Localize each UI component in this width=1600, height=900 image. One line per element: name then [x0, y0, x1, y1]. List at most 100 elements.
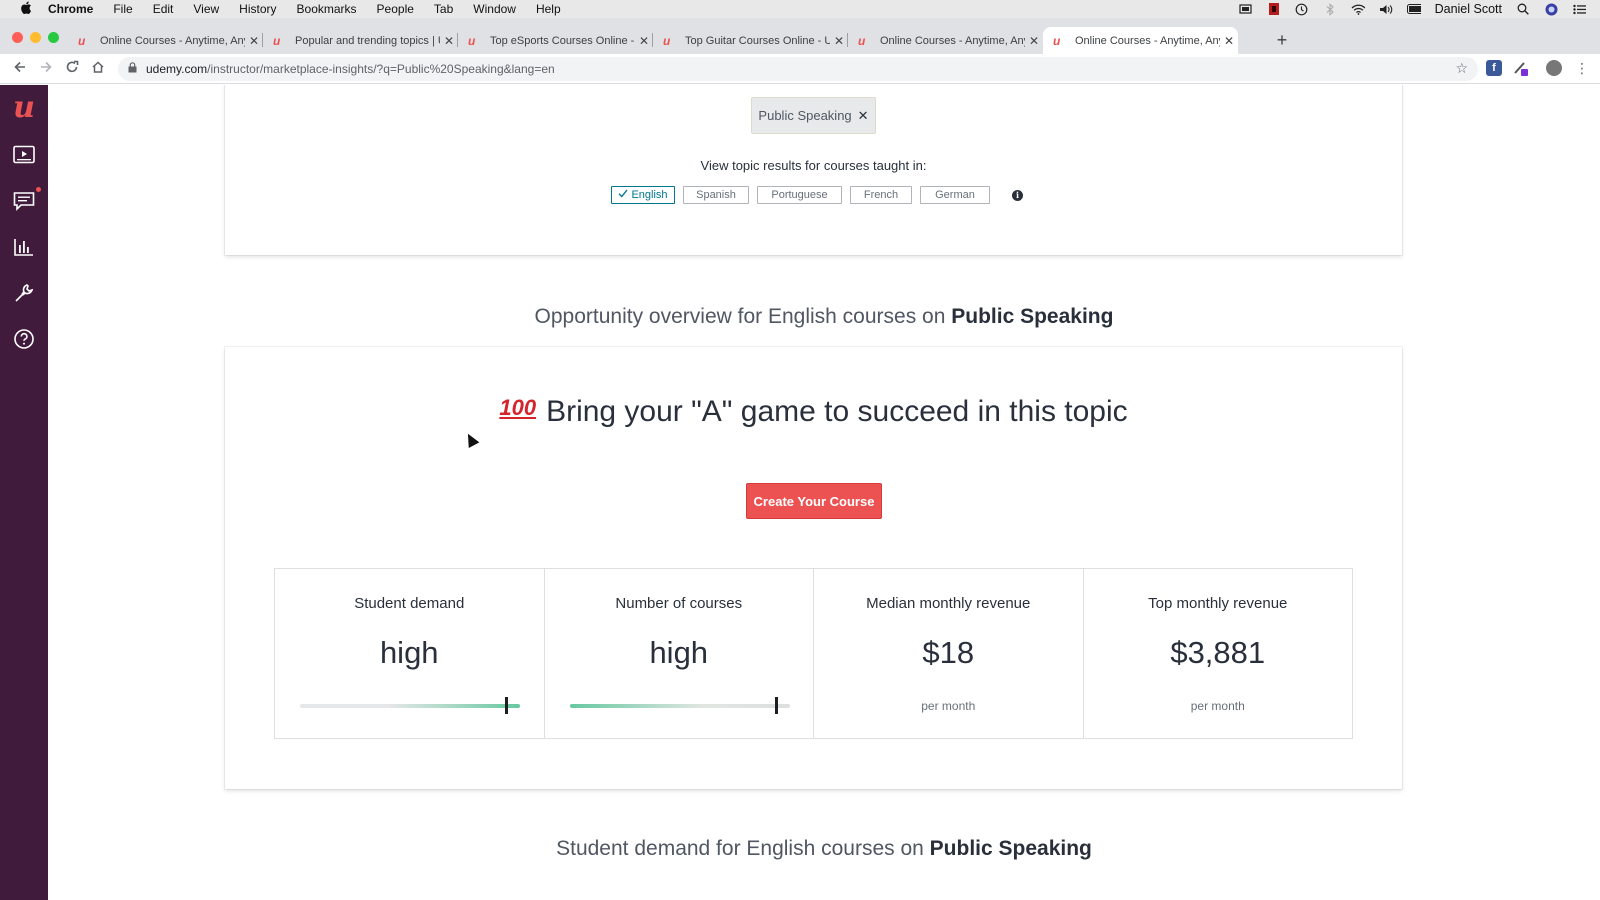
udemy-favicon-icon: u — [273, 33, 281, 48]
metric-value: $18 — [922, 635, 975, 670]
language-option-spanish[interactable]: Spanish — [683, 186, 749, 204]
performance-icon[interactable] — [12, 235, 36, 259]
language-label: Portuguese — [771, 189, 828, 201]
menu-people[interactable]: People — [377, 2, 414, 16]
url-path: /instructor/marketplace-insights/?q=Publ… — [207, 62, 555, 76]
home-button[interactable] — [88, 59, 108, 79]
browser-toolbar: udemy.com/instructor/marketplace-insight… — [0, 54, 1600, 84]
bookmark-star-icon[interactable]: ☆ — [1455, 60, 1468, 77]
bluetooth-icon[interactable] — [1323, 2, 1337, 16]
udemy-favicon-icon: u — [78, 33, 86, 48]
user-name[interactable]: Daniel Scott — [1435, 2, 1502, 16]
metric-value: $3,881 — [1170, 635, 1266, 670]
udemy-favicon-icon: u — [1053, 33, 1061, 48]
metric-label: Median monthly revenue — [866, 595, 1031, 612]
lock-icon[interactable] — [128, 62, 140, 76]
browser-tab-strip: u Online Courses - Anytime, Any ✕ u Popu… — [0, 18, 1600, 54]
metric-label: Student demand — [354, 595, 465, 612]
topic-chip[interactable]: Public Speaking ✕ — [751, 97, 876, 134]
menu-history[interactable]: History — [239, 2, 276, 16]
volume-icon[interactable] — [1379, 3, 1393, 15]
create-course-button[interactable]: Create Your Course — [746, 483, 882, 519]
metric-student-demand: Student demand high — [275, 569, 545, 738]
tab-close-icon[interactable]: ✕ — [440, 34, 458, 48]
siri-icon[interactable] — [1544, 3, 1558, 15]
menu-file[interactable]: File — [113, 2, 132, 16]
menu-bookmarks[interactable]: Bookmarks — [297, 2, 357, 16]
communication-icon[interactable] — [12, 189, 36, 213]
language-label: English — [631, 189, 668, 201]
courses-icon[interactable] — [12, 143, 36, 167]
notification-center-icon[interactable] — [1572, 3, 1586, 15]
tab-close-icon[interactable]: ✕ — [830, 34, 848, 48]
help-icon[interactable] — [12, 327, 36, 351]
tab-close-icon[interactable]: ✕ — [1025, 34, 1043, 48]
tab-title: Top eSports Courses Online - — [490, 34, 635, 47]
new-tab-button[interactable]: + — [1270, 28, 1294, 52]
metric-value: high — [379, 635, 439, 670]
browser-tab-1[interactable]: u Online Courses - Anytime, Any ✕ — [68, 27, 263, 54]
info-icon[interactable]: i — [1012, 189, 1023, 201]
browser-tab-5[interactable]: u Online Courses - Anytime, Any ✕ — [848, 27, 1043, 54]
udemy-sidebar: u — [0, 85, 48, 900]
forward-button[interactable] — [36, 59, 56, 79]
tab-title: Online Courses - Anytime, Any — [880, 34, 1025, 47]
language-option-french[interactable]: French — [850, 186, 912, 204]
udemy-favicon-icon: u — [468, 33, 476, 48]
address-bar[interactable]: udemy.com/instructor/marketplace-insight… — [118, 57, 1478, 81]
overview-title-topic: Public Speaking — [951, 305, 1114, 328]
topic-search-card: Public Speaking ✕ View topic results for… — [225, 85, 1402, 255]
metrics-row: Student demand high Number of courses hi… — [274, 568, 1353, 739]
metric-label: Number of courses — [615, 595, 743, 612]
apple-menu-icon[interactable] — [18, 1, 34, 17]
browser-tab-4[interactable]: u Top Guitar Courses Online - Up ✕ — [653, 27, 848, 54]
menu-app-name[interactable]: Chrome — [48, 2, 93, 16]
reload-button[interactable] — [62, 59, 82, 79]
profile-avatar-icon[interactable] — [1546, 60, 1562, 76]
demand-title-topic: Public Speaking — [929, 837, 1092, 860]
language-label: French — [863, 189, 899, 201]
menu-help[interactable]: Help — [536, 2, 561, 16]
url-host: udemy.com — [146, 62, 208, 76]
tab-close-icon[interactable]: ✕ — [635, 34, 653, 48]
language-option-german[interactable]: German — [920, 186, 990, 204]
metric-median-revenue: Median monthly revenue $18 per month — [814, 569, 1084, 738]
udemy-favicon-icon: u — [858, 33, 866, 48]
menu-tab[interactable]: Tab — [434, 2, 453, 16]
language-label: German — [935, 189, 975, 201]
screen-mirror-icon[interactable] — [1239, 3, 1253, 15]
tab-close-icon[interactable]: ✕ — [245, 34, 263, 48]
battery-icon[interactable] — [1406, 3, 1421, 15]
browser-tab-3[interactable]: u Top eSports Courses Online - ✕ — [458, 27, 653, 54]
browser-tab-6-active[interactable]: u Online Courses - Anytime, Any ✕ — [1043, 27, 1238, 54]
tab-title: Online Courses - Anytime, Any — [1075, 34, 1220, 47]
window-close-button[interactable] — [12, 32, 23, 43]
language-option-english[interactable]: English — [611, 186, 675, 204]
back-button[interactable] — [10, 59, 30, 79]
courses-gauge — [569, 697, 790, 714]
language-option-portuguese[interactable]: Portuguese — [757, 186, 842, 204]
window-minimize-button[interactable] — [30, 32, 41, 43]
menu-edit[interactable]: Edit — [153, 2, 174, 16]
extension-icon[interactable] — [1512, 60, 1528, 76]
menu-view[interactable]: View — [193, 2, 219, 16]
tab-title: Top Guitar Courses Online - Up — [685, 34, 830, 47]
language-label: Spanish — [696, 189, 736, 201]
tab-close-icon[interactable]: ✕ — [1220, 34, 1238, 48]
tools-icon[interactable] — [12, 281, 36, 305]
udemy-logo[interactable]: u — [8, 93, 40, 125]
spotlight-search-icon[interactable] — [1516, 3, 1530, 15]
demand-gauge — [300, 697, 520, 714]
checkmark-icon — [618, 189, 628, 201]
close-icon[interactable]: ✕ — [858, 108, 869, 124]
browser-tab-2[interactable]: u Popular and trending topics | U ✕ — [263, 27, 458, 54]
metric-number-of-courses: Number of courses high — [545, 569, 814, 738]
recording-icon[interactable] — [1267, 3, 1281, 15]
window-zoom-button[interactable] — [48, 32, 59, 43]
menu-window[interactable]: Window — [473, 2, 516, 16]
facebook-extension-icon[interactable]: f — [1486, 60, 1502, 76]
time-machine-icon[interactable] — [1295, 3, 1309, 15]
metric-unit: per month — [1190, 699, 1245, 713]
wifi-icon[interactable] — [1351, 3, 1365, 15]
chrome-menu-icon[interactable]: ⋮ — [1574, 60, 1590, 76]
